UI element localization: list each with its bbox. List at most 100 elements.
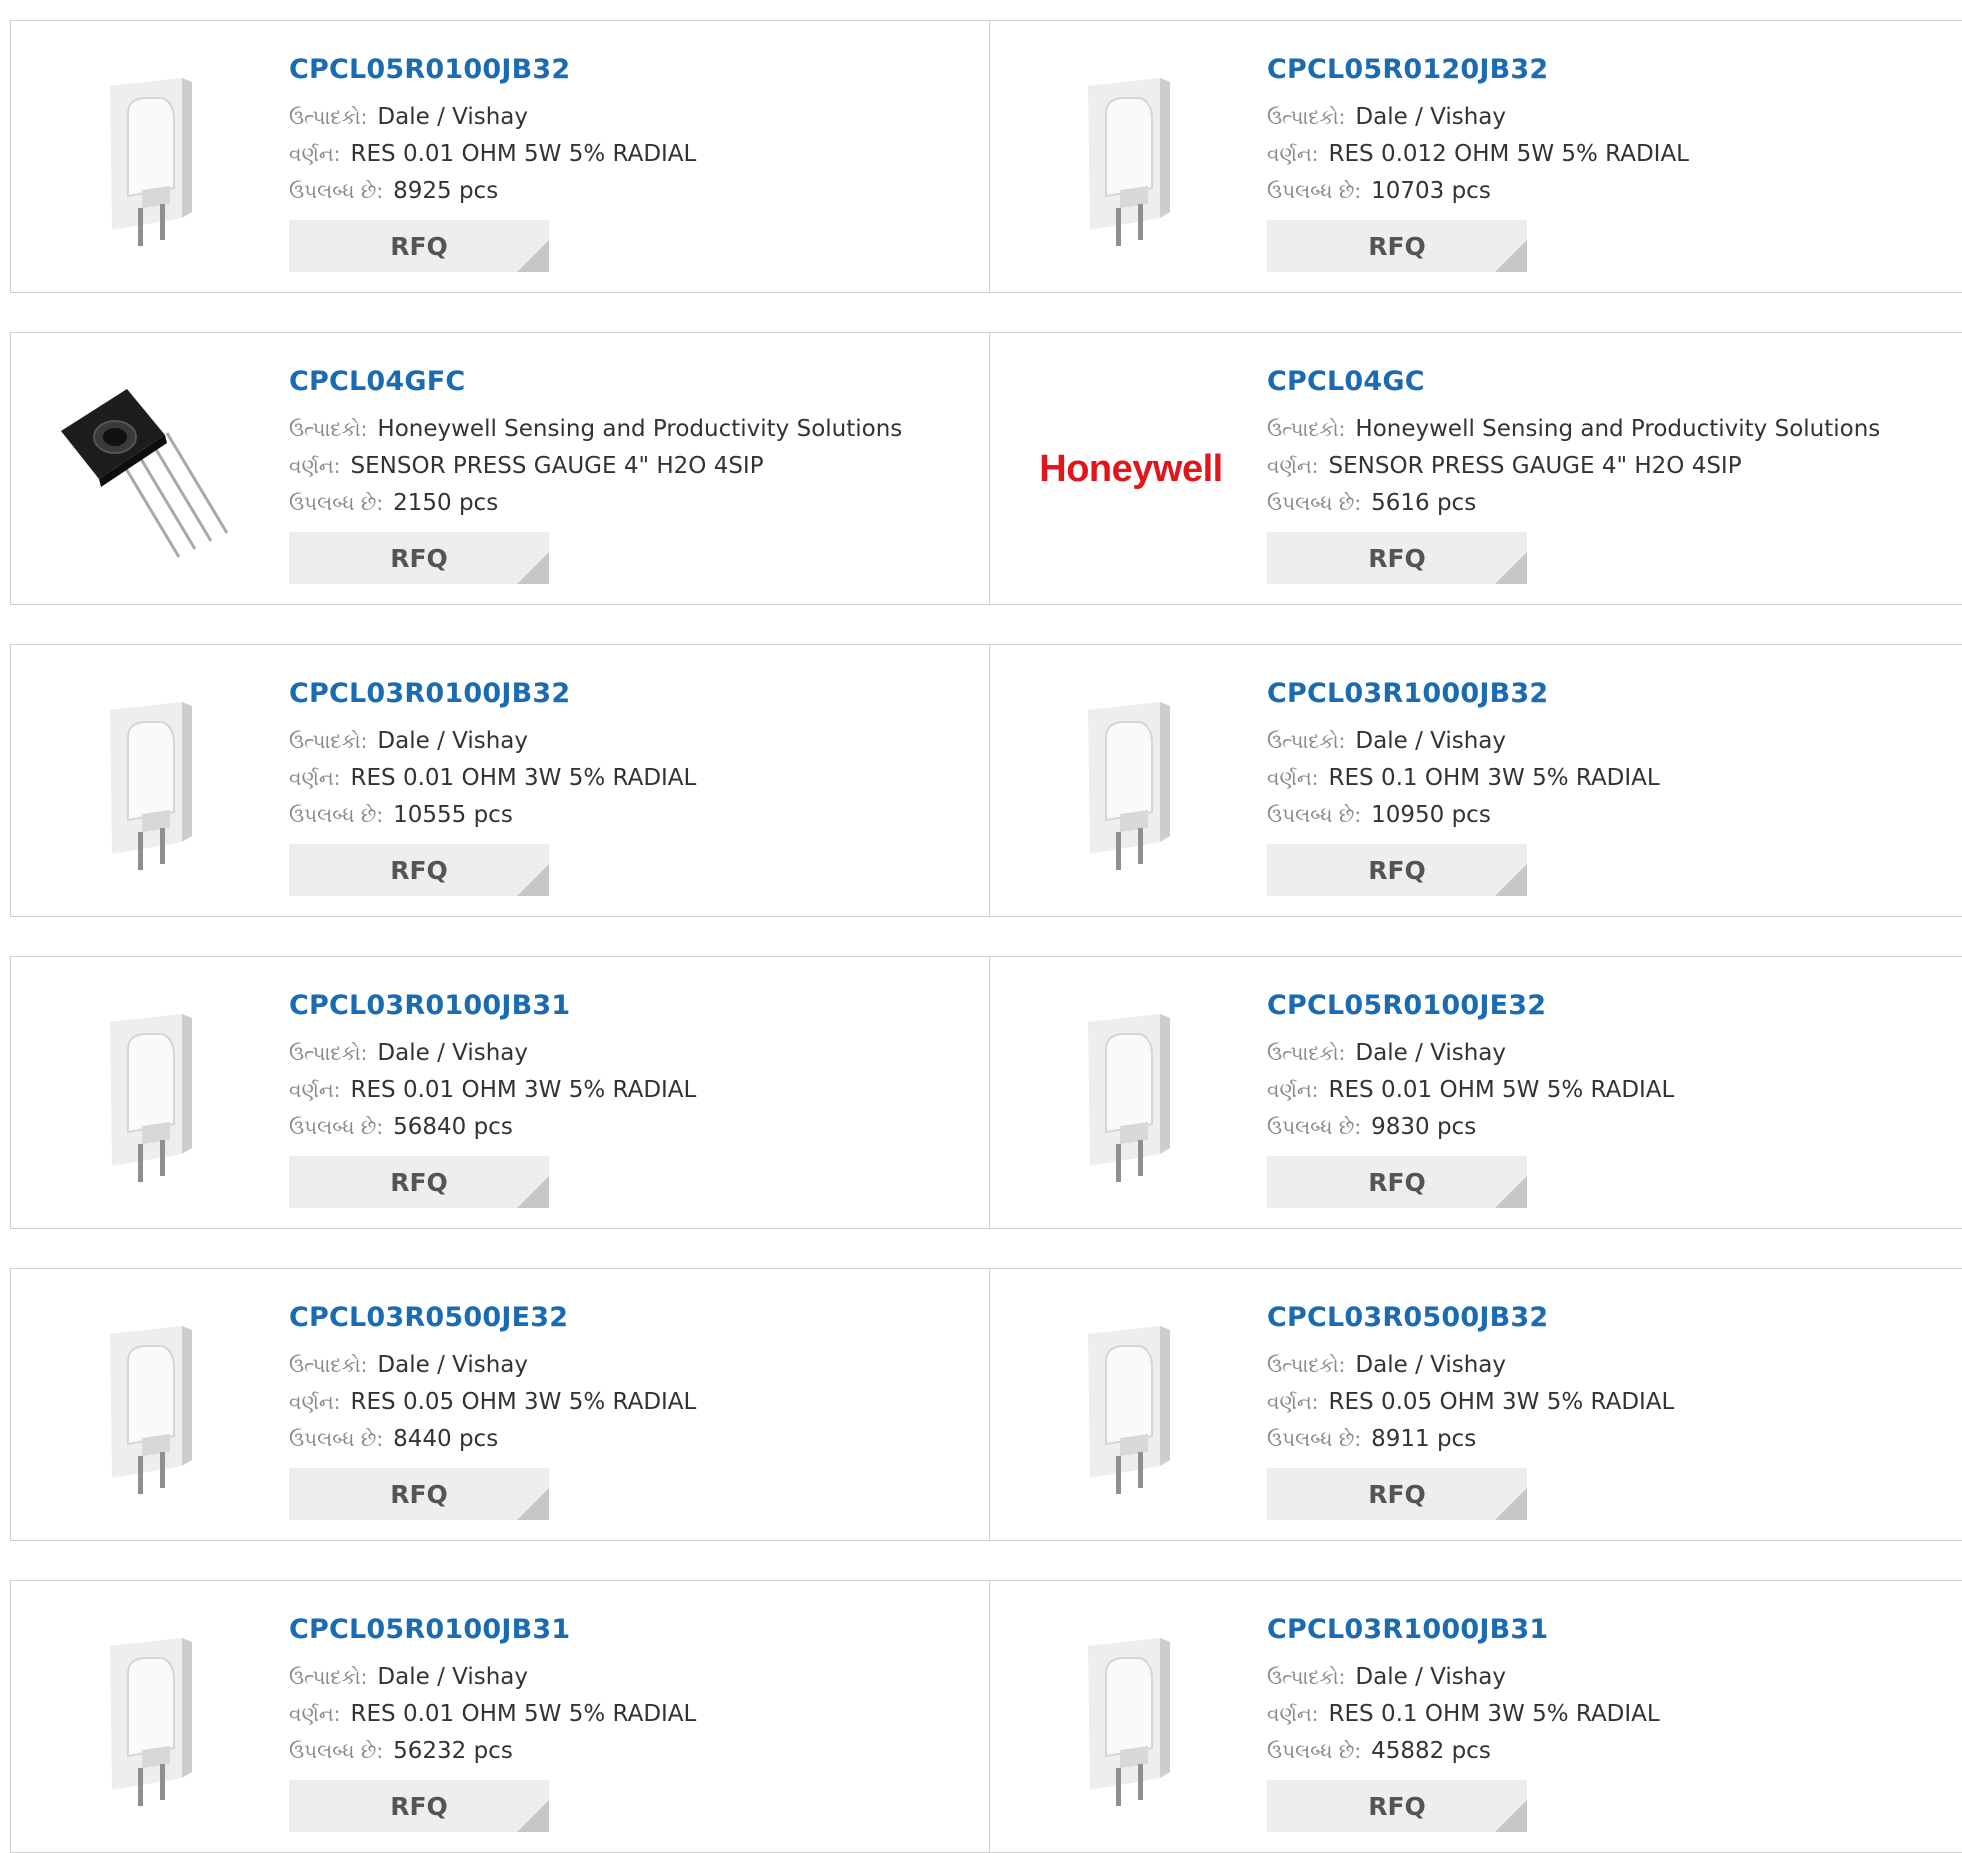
description-row: વર્ણન: SENSOR PRESS GAUGE 4" H2O 4SIP (1267, 448, 1927, 485)
rfq-button[interactable]: RFQ (1267, 1780, 1527, 1832)
stock-value: 10703 pcs (1371, 178, 1491, 204)
rfq-button[interactable]: RFQ (289, 1156, 549, 1208)
product-thumbnail[interactable] (53, 57, 253, 257)
description-row: વર્ણન: RES 0.1 OHM 3W 5% RADIAL (1267, 1696, 1927, 1733)
corner-triangle-icon (517, 1800, 549, 1832)
description-row: વર્ણન: SENSOR PRESS GAUGE 4" H2O 4SIP (289, 448, 949, 485)
stock-label: ઉપલબ્ધ છે: (1267, 803, 1362, 827)
description-row: વર્ણન: RES 0.01 OHM 3W 5% RADIAL (289, 760, 949, 797)
product-card: CPCL03R0100JB32 ઉત્પાદકો: Dale / Vishay વ… (11, 645, 990, 916)
product-thumbnail[interactable] (1031, 993, 1231, 1193)
product-thumbnail[interactable] (1031, 1617, 1231, 1817)
part-number-link[interactable]: CPCL05R0100JE32 (1267, 987, 1927, 1025)
rfq-button-label: RFQ (1368, 1791, 1426, 1821)
manufacturer-label: ઉત્પાદકો: (1267, 417, 1346, 441)
stock-label: ઉપલબ્ધ છે: (1267, 491, 1362, 515)
stock-row: ઉપલબ્ધ છે: 5616 pcs (1267, 485, 1927, 522)
corner-triangle-icon (1495, 1176, 1527, 1208)
description-value: RES 0.01 OHM 5W 5% RADIAL (350, 1701, 697, 1727)
product-card: CPCL04GFC ઉત્પાદકો: Honeywell Sensing and… (11, 333, 990, 604)
rfq-button-label: RFQ (390, 231, 448, 261)
rfq-button-label: RFQ (1368, 543, 1426, 573)
stock-row: ઉપલબ્ધ છે: 8925 pcs (289, 173, 949, 210)
rfq-button-label: RFQ (390, 855, 448, 885)
rfq-button[interactable]: RFQ (289, 532, 549, 584)
product-info: CPCL05R0100JB31 ઉત્પાદકો: Dale / Vishay વ… (289, 1611, 949, 1832)
product-thumbnail[interactable] (1031, 57, 1231, 257)
rfq-button-label: RFQ (1368, 855, 1426, 885)
resistor-icon (1088, 1326, 1170, 1494)
stock-value: 2150 pcs (393, 490, 499, 516)
product-info: CPCL05R0100JB32 ઉત્પાદકો: Dale / Vishay વ… (289, 51, 949, 272)
product-card: CPCL05R0100JB31 ઉત્પાદકો: Dale / Vishay વ… (11, 1581, 990, 1852)
part-number-link[interactable]: CPCL03R0100JB31 (289, 987, 949, 1025)
description-value: RES 0.1 OHM 3W 5% RADIAL (1328, 765, 1660, 791)
rfq-button-label: RFQ (390, 1167, 448, 1197)
part-number-link[interactable]: CPCL03R1000JB31 (1267, 1611, 1927, 1649)
product-thumbnail[interactable]: Honeywell (1031, 369, 1231, 569)
rfq-button[interactable]: RFQ (289, 220, 549, 272)
description-row: વર્ણન: RES 0.012 OHM 5W 5% RADIAL (1267, 136, 1927, 173)
manufacturer-label: ઉત્પાદકો: (289, 417, 368, 441)
product-info: CPCL03R0500JB32 ઉત્પાદકો: Dale / Vishay વ… (1267, 1299, 1927, 1520)
rfq-button[interactable]: RFQ (1267, 220, 1527, 272)
manufacturer-label: ઉત્પાદકો: (1267, 1353, 1346, 1377)
product-thumbnail[interactable] (53, 1305, 253, 1505)
product-thumbnail[interactable] (53, 993, 253, 1193)
product-thumbnail[interactable] (1031, 681, 1231, 881)
manufacturer-value: Dale / Vishay (1355, 104, 1507, 130)
product-row: CPCL03R0500JE32 ઉત્પાદકો: Dale / Vishay વ… (10, 1268, 1962, 1541)
part-number-link[interactable]: CPCL03R0500JE32 (289, 1299, 949, 1337)
part-number-link[interactable]: CPCL04GC (1267, 363, 1927, 401)
pressure-sensor-icon (61, 389, 229, 558)
product-info: CPCL03R0100JB31 ઉત્પાદકો: Dale / Vishay વ… (289, 987, 949, 1208)
manufacturer-row: ઉત્પાદકો: Honeywell Sensing and Productiv… (289, 411, 949, 448)
part-number-link[interactable]: CPCL04GFC (289, 363, 949, 401)
product-thumbnail[interactable] (53, 1617, 253, 1817)
product-thumbnail[interactable] (1031, 1305, 1231, 1505)
manufacturer-value: Dale / Vishay (1355, 728, 1507, 754)
product-info: CPCL04GFC ઉત્પાદકો: Honeywell Sensing and… (289, 363, 949, 584)
stock-label: ઉપલબ્ધ છે: (1267, 1427, 1362, 1451)
stock-value: 9830 pcs (1371, 1114, 1477, 1140)
description-row: વર્ણન: RES 0.05 OHM 3W 5% RADIAL (289, 1384, 949, 1421)
resistor-icon (1088, 1638, 1170, 1806)
stock-label: ઉપલબ્ધ છે: (1267, 1739, 1362, 1763)
description-row: વર્ણન: RES 0.01 OHM 5W 5% RADIAL (289, 1696, 949, 1733)
part-number-link[interactable]: CPCL03R0100JB32 (289, 675, 949, 713)
stock-value: 5616 pcs (1371, 490, 1477, 516)
resistor-icon (110, 1014, 192, 1182)
honeywell-logo: Honeywell (1039, 447, 1223, 490)
description-value: RES 0.01 OHM 5W 5% RADIAL (350, 141, 697, 167)
part-number-link[interactable]: CPCL05R0120JB32 (1267, 51, 1927, 89)
manufacturer-value: Dale / Vishay (377, 728, 529, 754)
product-thumbnail[interactable] (53, 369, 253, 569)
description-row: વર્ણન: RES 0.01 OHM 3W 5% RADIAL (289, 1072, 949, 1109)
resistor-icon (110, 1326, 192, 1494)
rfq-button[interactable]: RFQ (1267, 844, 1527, 896)
part-number-link[interactable]: CPCL03R1000JB32 (1267, 675, 1927, 713)
description-row: વર્ણન: RES 0.01 OHM 5W 5% RADIAL (1267, 1072, 1927, 1109)
rfq-button-label: RFQ (390, 1791, 448, 1821)
manufacturer-value: Dale / Vishay (1355, 1352, 1507, 1378)
product-thumbnail[interactable] (53, 681, 253, 881)
manufacturer-label: ઉત્પાદકો: (289, 1665, 368, 1689)
manufacturer-row: ઉત્પાદકો: Dale / Vishay (1267, 1347, 1927, 1384)
corner-triangle-icon (517, 864, 549, 896)
corner-triangle-icon (517, 552, 549, 584)
rfq-button[interactable]: RFQ (1267, 1156, 1527, 1208)
rfq-button[interactable]: RFQ (289, 1468, 549, 1520)
stock-row: ઉપલબ્ધ છે: 8911 pcs (1267, 1421, 1927, 1458)
resistor-icon (1088, 1014, 1170, 1182)
rfq-button[interactable]: RFQ (1267, 532, 1527, 584)
rfq-button[interactable]: RFQ (289, 1780, 549, 1832)
part-number-link[interactable]: CPCL05R0100JB31 (289, 1611, 949, 1649)
product-info: CPCL04GC ઉત્પાદકો: Honeywell Sensing and … (1267, 363, 1927, 584)
rfq-button[interactable]: RFQ (1267, 1468, 1527, 1520)
part-number-link[interactable]: CPCL05R0100JB32 (289, 51, 949, 89)
stock-label: ઉપલબ્ધ છે: (289, 179, 384, 203)
corner-triangle-icon (517, 1488, 549, 1520)
part-number-link[interactable]: CPCL03R0500JB32 (1267, 1299, 1927, 1337)
product-row: CPCL04GFC ઉત્પાદકો: Honeywell Sensing and… (10, 332, 1962, 605)
rfq-button[interactable]: RFQ (289, 844, 549, 896)
